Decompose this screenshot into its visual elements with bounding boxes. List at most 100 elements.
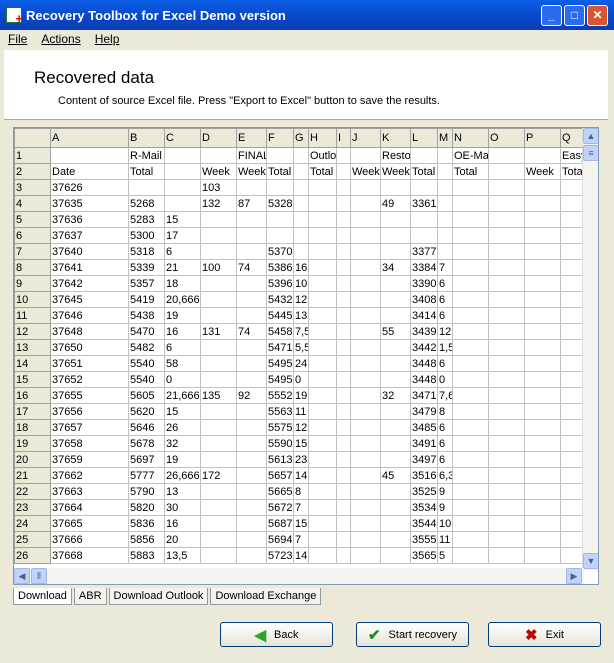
cell[interactable] [336,227,351,244]
cell[interactable] [350,419,381,436]
column-header[interactable]: L [410,128,438,148]
select-all-corner[interactable] [14,128,51,148]
cell[interactable]: 5318 [128,243,165,260]
cell[interactable] [350,531,381,548]
cell[interactable]: 30 [164,499,201,516]
column-header[interactable]: K [380,128,411,148]
cell[interactable] [350,291,381,308]
cell[interactable] [308,275,337,292]
cell[interactable]: 5697 [128,451,165,468]
cell[interactable]: 37656 [50,403,129,420]
scroll-up-button[interactable]: ▲ [583,128,598,144]
cell[interactable]: 10 [437,515,453,532]
cell[interactable]: Total [452,163,489,180]
cell[interactable] [200,435,237,452]
horizontal-scrollbar[interactable]: ◀ ⦀ ▶ [14,568,584,584]
cell[interactable]: 5268 [128,195,165,212]
cell[interactable]: 3448 [410,371,438,388]
cell[interactable]: 6 [437,419,453,436]
tab-download-exchange[interactable]: Download Exchange [210,588,322,605]
cell[interactable] [452,307,489,324]
cell[interactable]: 6 [164,339,201,356]
cell[interactable]: 5283 [128,211,165,228]
row-header[interactable]: 8 [14,259,51,276]
cell[interactable]: 5458 [266,323,294,340]
cell[interactable] [410,227,438,244]
cell[interactable]: 6,3 [437,467,453,484]
cell[interactable] [236,291,267,308]
cell[interactable] [452,467,489,484]
row-header[interactable]: 22 [14,483,51,500]
cell[interactable] [452,483,489,500]
cell[interactable]: Tota [560,163,584,180]
cell[interactable] [437,227,453,244]
cell[interactable] [488,291,525,308]
cell[interactable] [488,163,525,180]
cell[interactable] [524,291,561,308]
cell[interactable] [200,307,237,324]
cell[interactable]: 37662 [50,467,129,484]
cell[interactable]: 3565 [410,547,438,564]
cell[interactable] [164,163,201,180]
cell[interactable] [380,211,411,228]
cell[interactable]: 37658 [50,435,129,452]
cell[interactable]: 5657 [266,467,294,484]
cell[interactable] [524,195,561,212]
cell[interactable] [560,275,584,292]
column-header[interactable]: O [488,128,525,148]
cell[interactable] [524,451,561,468]
cell[interactable] [200,339,237,356]
cell[interactable] [200,243,237,260]
cell[interactable] [560,531,584,548]
cell[interactable]: 5396 [266,275,294,292]
cell[interactable] [560,547,584,564]
cell[interactable]: 5820 [128,499,165,516]
row-header[interactable]: 16 [14,387,51,404]
cell[interactable] [560,499,584,516]
cell[interactable] [488,403,525,420]
cell[interactable]: 11 [293,403,309,420]
cell[interactable]: Total [266,163,294,180]
cell[interactable]: 21 [164,259,201,276]
cell[interactable] [410,147,438,164]
cell[interactable] [308,291,337,308]
cell[interactable] [488,179,525,196]
cell[interactable] [200,483,237,500]
row-header[interactable]: 6 [14,227,51,244]
cell[interactable]: 34 [380,259,411,276]
cell[interactable]: 92 [236,387,267,404]
cell[interactable]: 37637 [50,227,129,244]
cell[interactable]: 3414 [410,307,438,324]
cell[interactable] [308,531,337,548]
cell[interactable] [437,211,453,228]
cell[interactable] [336,259,351,276]
cell[interactable]: R-Mail [128,147,165,164]
cell[interactable] [236,419,267,436]
cell[interactable] [336,467,351,484]
cell[interactable]: 131 [200,323,237,340]
cell[interactable]: 19 [164,307,201,324]
cell[interactable] [452,275,489,292]
cell[interactable] [236,307,267,324]
cell[interactable] [336,355,351,372]
cell[interactable]: 12, [437,323,453,340]
cell[interactable]: Week [380,163,411,180]
cell[interactable] [380,179,411,196]
cell[interactable] [336,387,351,404]
cell[interactable]: 5563 [266,403,294,420]
cell[interactable] [524,371,561,388]
maximize-button[interactable]: □ [564,5,585,26]
column-header[interactable]: P [524,128,561,148]
cell[interactable]: 37655 [50,387,129,404]
cell[interactable]: 20,6666 [164,291,201,308]
cell[interactable]: 8 [437,403,453,420]
cell[interactable] [452,547,489,564]
cell[interactable] [350,499,381,516]
cell[interactable]: 5552 [266,387,294,404]
cell[interactable] [488,339,525,356]
cell[interactable]: 14, [293,467,309,484]
cell[interactable]: 3479 [410,403,438,420]
cell[interactable] [308,483,337,500]
cell[interactable] [488,243,525,260]
row-header[interactable]: 3 [14,179,51,196]
